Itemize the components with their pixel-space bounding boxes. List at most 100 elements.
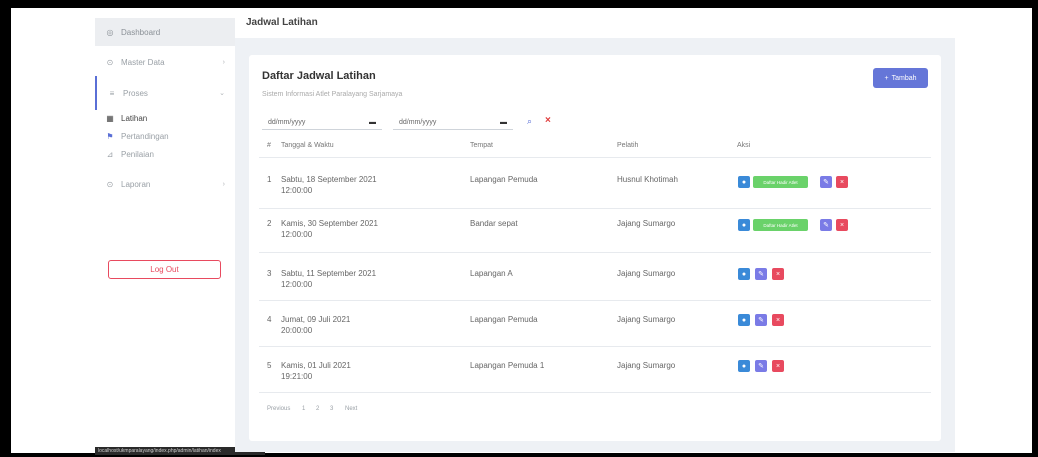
plus-icon: + (884, 74, 889, 82)
row-date: Sabtu, 18 September 2021 12:00:00 (281, 174, 377, 196)
screen-frame-right (1032, 0, 1038, 457)
row-coach: Jajang Sumargo (617, 315, 676, 324)
file-icon: ⊙ (106, 179, 114, 189)
close-icon: × (775, 316, 781, 324)
delete-button[interactable]: × (772, 360, 784, 372)
row-date: Kamis, 01 Juli 2021 19:21:00 (281, 360, 351, 382)
delete-button[interactable]: × (772, 268, 784, 280)
close-icon: × (839, 178, 845, 186)
pagination-next[interactable]: Next (345, 406, 357, 412)
row-coach: Jajang Sumargo (617, 361, 676, 370)
athlete-button[interactable]: ● (738, 268, 750, 280)
row-date-line: Kamis, 01 Juli 2021 (281, 361, 351, 370)
row-number: 4 (267, 315, 272, 324)
row-coach: Jajang Sumargo (617, 219, 676, 228)
database-icon: ⊙ (106, 57, 114, 67)
row-place: Lapangan Pemuda (470, 175, 538, 184)
column-header-action: Aksi (737, 142, 751, 149)
calendar-icon: ▬ (369, 118, 376, 126)
divider (259, 346, 931, 347)
sidebar-item-dashboard[interactable]: ◎ Dashboard (95, 18, 235, 46)
close-icon[interactable]: × (545, 115, 551, 126)
athlete-button[interactable]: ● (738, 176, 750, 188)
edit-icon: ✎ (823, 222, 829, 229)
edit-icon: ✎ (758, 271, 764, 278)
user-icon: ● (741, 221, 747, 229)
row-date: Kamis, 30 September 2021 12:00:00 (281, 218, 378, 240)
sidebar: ◎ Dashboard ⊙ Master Data › ≡ Proses ⌄ ▦… (95, 18, 235, 452)
edit-button[interactable]: ✎ (820, 219, 832, 231)
athlete-button[interactable]: ● (738, 219, 750, 231)
chart-icon: ⊿ (106, 149, 114, 159)
search-icon[interactable]: ⌕ (527, 116, 532, 127)
column-header-date: Tanggal & Waktu (281, 142, 334, 149)
row-time-line: 19:21:00 (281, 372, 313, 381)
user-icon: ● (741, 270, 747, 278)
edit-button[interactable]: ✎ (820, 176, 832, 188)
column-header-number: # (267, 142, 271, 149)
row-time-line: 12:00:00 (281, 186, 313, 195)
divider (259, 157, 931, 158)
pagination-page-1[interactable]: 1 (302, 406, 305, 412)
sidebar-item-master-data[interactable]: ⊙ Master Data › (95, 48, 235, 76)
chevron-right-icon: › (222, 180, 225, 188)
row-coach: Jajang Sumargo (617, 269, 676, 278)
athlete-button[interactable]: ● (738, 360, 750, 372)
column-header-place: Tempat (470, 142, 493, 149)
card-title: Daftar Jadwal Latihan (262, 70, 376, 82)
list-icon: ≡ (109, 88, 115, 98)
row-date: Sabtu, 11 September 2021 12:00:00 (281, 268, 376, 290)
add-button[interactable]: + Tambah (873, 68, 928, 88)
athlete-button[interactable]: ● (738, 314, 750, 326)
sidebar-item-label: Master Data (121, 57, 165, 67)
row-place: Lapangan A (470, 269, 513, 278)
edit-button[interactable]: ✎ (755, 268, 767, 280)
user-icon: ● (741, 362, 747, 370)
close-icon: × (775, 362, 781, 370)
row-time-line: 12:00:00 (281, 230, 313, 239)
end-date-placeholder: dd/mm/yyyy (399, 118, 437, 126)
row-time-line: 20:00:00 (281, 326, 313, 335)
screen-frame-top (0, 0, 1038, 8)
calendar-icon: ▬ (500, 118, 507, 126)
logout-button[interactable]: Log Out (108, 260, 221, 279)
attendance-button[interactable]: Daftar Hadir Atlet (753, 176, 808, 188)
edit-icon: ✎ (758, 317, 764, 324)
gauge-icon: ◎ (106, 27, 114, 37)
add-button-label: Tambah (891, 74, 917, 82)
row-coach: Husnul Khotimah (617, 175, 678, 184)
pagination-previous[interactable]: Previous (267, 406, 290, 412)
row-place: Lapangan Pemuda (470, 315, 538, 324)
delete-button[interactable]: × (836, 176, 848, 188)
schedule-card (249, 55, 941, 441)
chevron-right-icon: › (222, 58, 225, 66)
user-icon: ● (741, 316, 747, 324)
page-title: Jadwal Latihan (246, 17, 318, 28)
pagination-page-2[interactable]: 2 (316, 406, 319, 412)
delete-button[interactable]: × (772, 314, 784, 326)
divider (259, 300, 931, 301)
edit-button[interactable]: ✎ (755, 314, 767, 326)
chevron-down-icon: ⌄ (219, 90, 225, 97)
end-date-input[interactable]: dd/mm/yyyy ▬ (393, 115, 513, 130)
row-date-line: Kamis, 30 September 2021 (281, 219, 378, 228)
top-bar (235, 14, 955, 38)
divider (259, 392, 931, 393)
row-place: Lapangan Pemuda 1 (470, 361, 545, 370)
delete-button[interactable]: × (836, 219, 848, 231)
card-subtitle: Sistem Informasi Atlet Paralayang Sarjam… (262, 91, 403, 98)
sidebar-item-penilaian[interactable]: ⊿ Penilaian (95, 140, 235, 168)
close-icon: × (839, 221, 845, 229)
row-number: 2 (267, 219, 272, 228)
attendance-button[interactable]: Daftar Hadir Atlet (753, 219, 808, 231)
row-number: 3 (267, 269, 272, 278)
pagination-page-3[interactable]: 3 (330, 406, 333, 412)
start-date-input[interactable]: dd/mm/yyyy ▬ (262, 115, 382, 130)
edit-button[interactable]: ✎ (755, 360, 767, 372)
edit-icon: ✎ (758, 363, 764, 370)
row-place: Bandar sepat (470, 219, 518, 228)
sidebar-item-label: Dashboard (121, 27, 161, 37)
sidebar-item-laporan[interactable]: ⊙ Laporan › (95, 170, 235, 198)
divider (259, 252, 931, 253)
column-header-coach: Pelatih (617, 142, 639, 149)
